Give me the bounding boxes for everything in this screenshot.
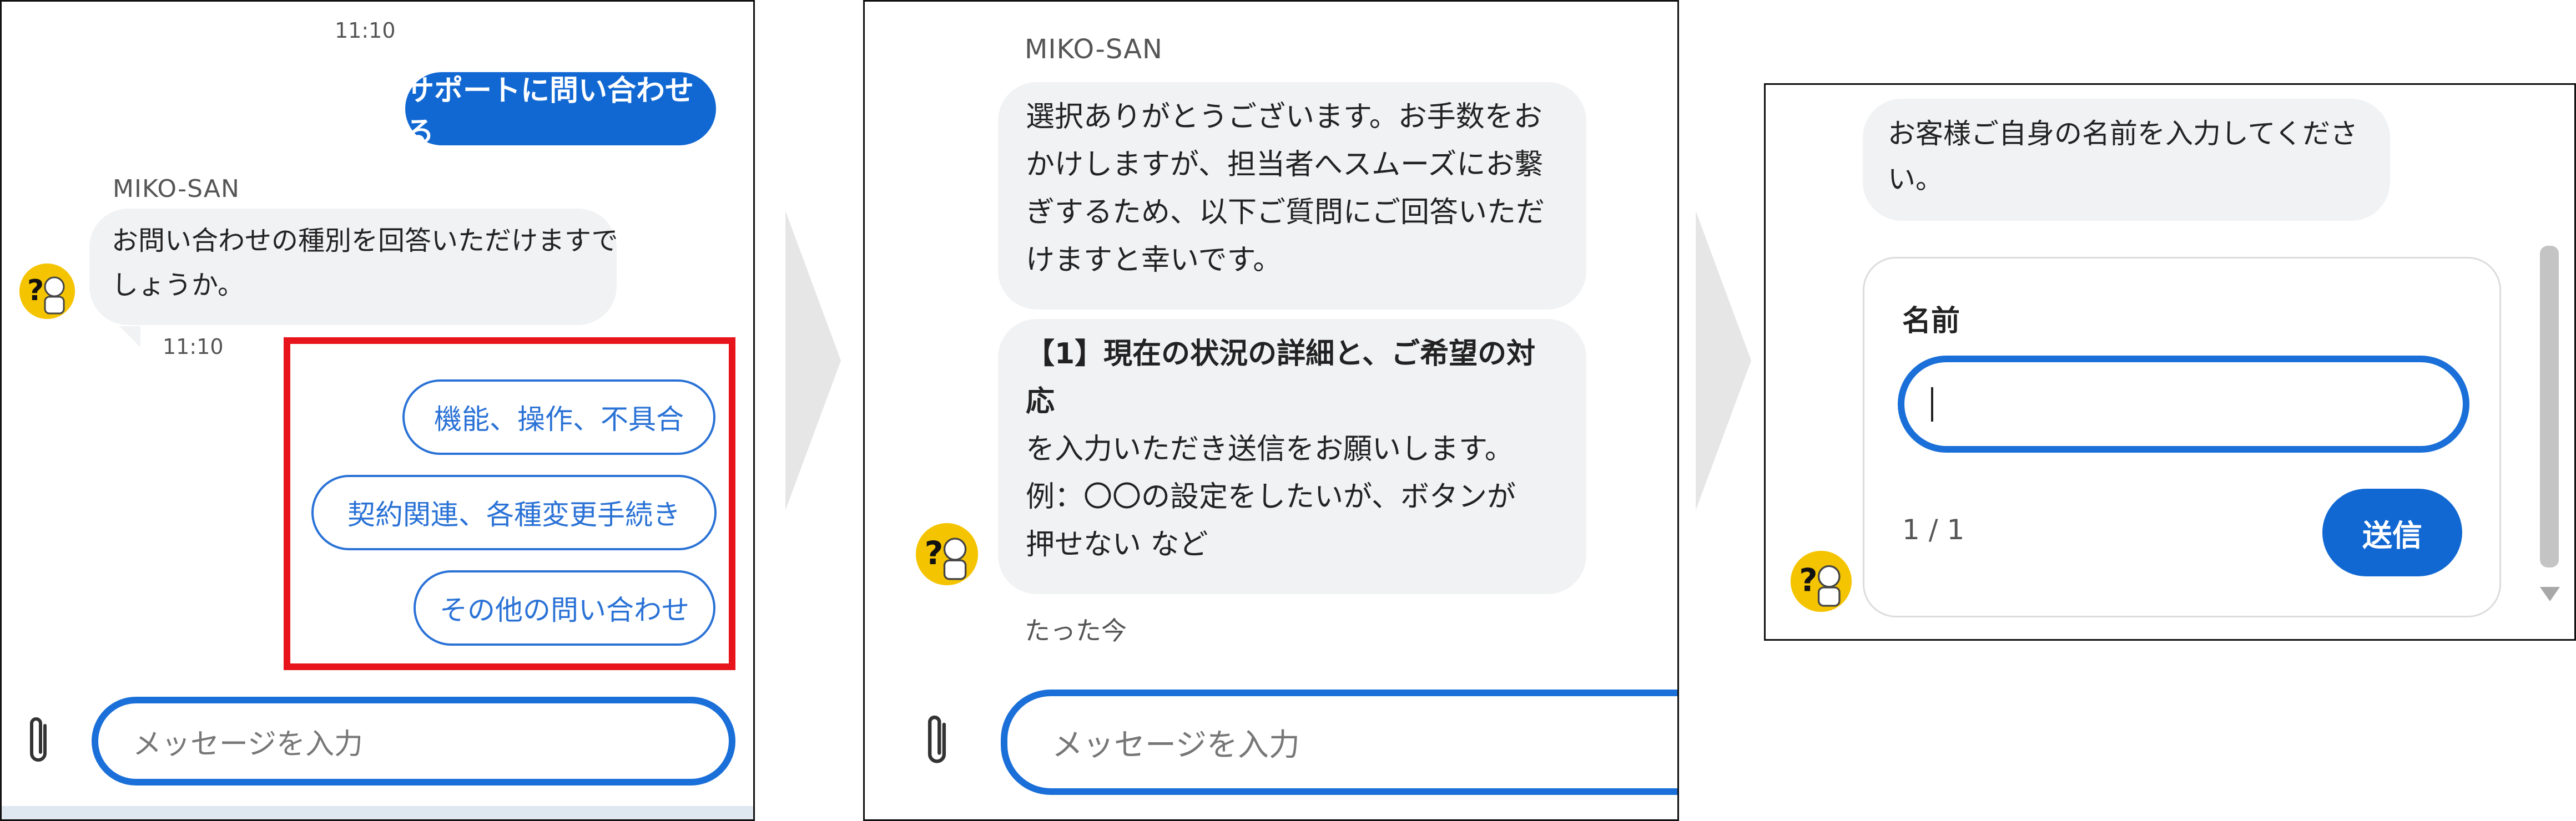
chat-panel-2: MIKO-SAN 選択ありがとうございます。お手数をお かけしますが、担当者へス… — [863, 0, 1679, 821]
panel-bottom-strip — [2, 806, 753, 819]
timestamp-bot: 11:10 — [163, 335, 224, 359]
svg-text:?: ? — [1799, 562, 1817, 599]
paperclip-icon[interactable] — [23, 713, 54, 769]
chat-panel-1: 11:10 サポートに問い合わせる MIKO-SAN お問い合わせの種別を回答い… — [0, 0, 755, 821]
form-label-name: 名前 — [1902, 305, 1960, 338]
quick-reply-function[interactable]: 機能、操作、不具合 — [402, 379, 715, 455]
step-arrow-2 — [1696, 211, 1751, 510]
bot-message-line: 押せない など — [1026, 528, 1208, 561]
bot-message-line: お客様ご自身の名前を入力してくださ — [1888, 118, 2358, 150]
svg-text:?: ? — [27, 274, 44, 307]
timestamp-top: 11:10 — [335, 18, 396, 43]
bot-message-line: お問い合わせの種別を回答いただけますで — [112, 225, 618, 256]
step-arrow-1 — [785, 211, 841, 510]
name-input[interactable] — [1898, 356, 2469, 453]
bot-message-bubble: お問い合わせの種別を回答いただけますで しょうか。 — [89, 209, 618, 325]
bot-message-line: けますと幸いです。 — [1026, 244, 1282, 277]
bot-message-line: 例：〇〇の設定をしたいが、ボタンが — [1026, 480, 1516, 514]
message-input[interactable]: メッセージを入力 — [92, 697, 735, 785]
name-form-card: 名前 1 / 1 送信 — [1863, 257, 2501, 617]
message-input[interactable]: メッセージを入力 — [1001, 690, 1677, 795]
bot-message-line: を入力いただき送信をお願いします。 — [1026, 433, 1514, 466]
user-message-bubble: サポートに問い合わせる — [405, 72, 716, 149]
bot-avatar-icon: ? — [1791, 551, 1852, 612]
text-caret — [1931, 387, 1933, 422]
bot-message-line: かけしますが、担当者へスムーズにお繋 — [1026, 148, 1544, 181]
bot-message-line: い。 — [1888, 163, 1943, 195]
bot-avatar-icon: ? — [19, 263, 75, 319]
bot-message-bold-line: 応 — [1026, 385, 1055, 418]
paperclip-icon[interactable] — [920, 711, 954, 772]
bubble-tail — [119, 326, 140, 347]
bot-message-bubble: お客様ご自身の名前を入力してくださ い。 — [1863, 99, 2390, 221]
bot-message-line: ぎするため、以下ご質問にご回答いただ — [1026, 196, 1545, 229]
bot-avatar-icon: ? — [916, 523, 978, 585]
bot-sender-name: MIKO-SAN — [1025, 34, 1163, 65]
scrollbar-thumb[interactable] — [2540, 246, 2559, 567]
input-counter: 1 / 1 — [1902, 514, 1965, 546]
bot-message-bold-line: 【1】現在の状況の詳細と、ご希望の対 — [1026, 337, 1536, 371]
quick-reply-other[interactable]: その他の問い合わせ — [414, 570, 715, 646]
scroll-down-arrow-icon[interactable] — [2540, 587, 2560, 601]
bot-message-line: しょうか。 — [112, 270, 245, 301]
timestamp-now: たった今 — [1025, 616, 1127, 646]
svg-text:?: ? — [925, 534, 944, 572]
send-button[interactable]: 送信 — [2322, 489, 2462, 576]
bot-sender-name: MIKO-SAN — [113, 175, 240, 203]
quick-reply-contract[interactable]: 契約関連、各種変更手続き — [311, 475, 717, 550]
bot-message-bubble-2: 【1】現在の状況の詳細と、ご希望の対 応 を入力いただき送信をお願いします。 例… — [998, 319, 1586, 594]
bot-message-line: 選択ありがとうございます。お手数をお — [1026, 100, 1542, 134]
bot-message-bubble-1: 選択ありがとうございます。お手数をお かけしますが、担当者へスムーズにお繋 ぎす… — [998, 82, 1586, 310]
chat-panel-3: お客様ご自身の名前を入力してくださ い。 名前 1 / 1 送信 ? — [1764, 83, 2576, 641]
